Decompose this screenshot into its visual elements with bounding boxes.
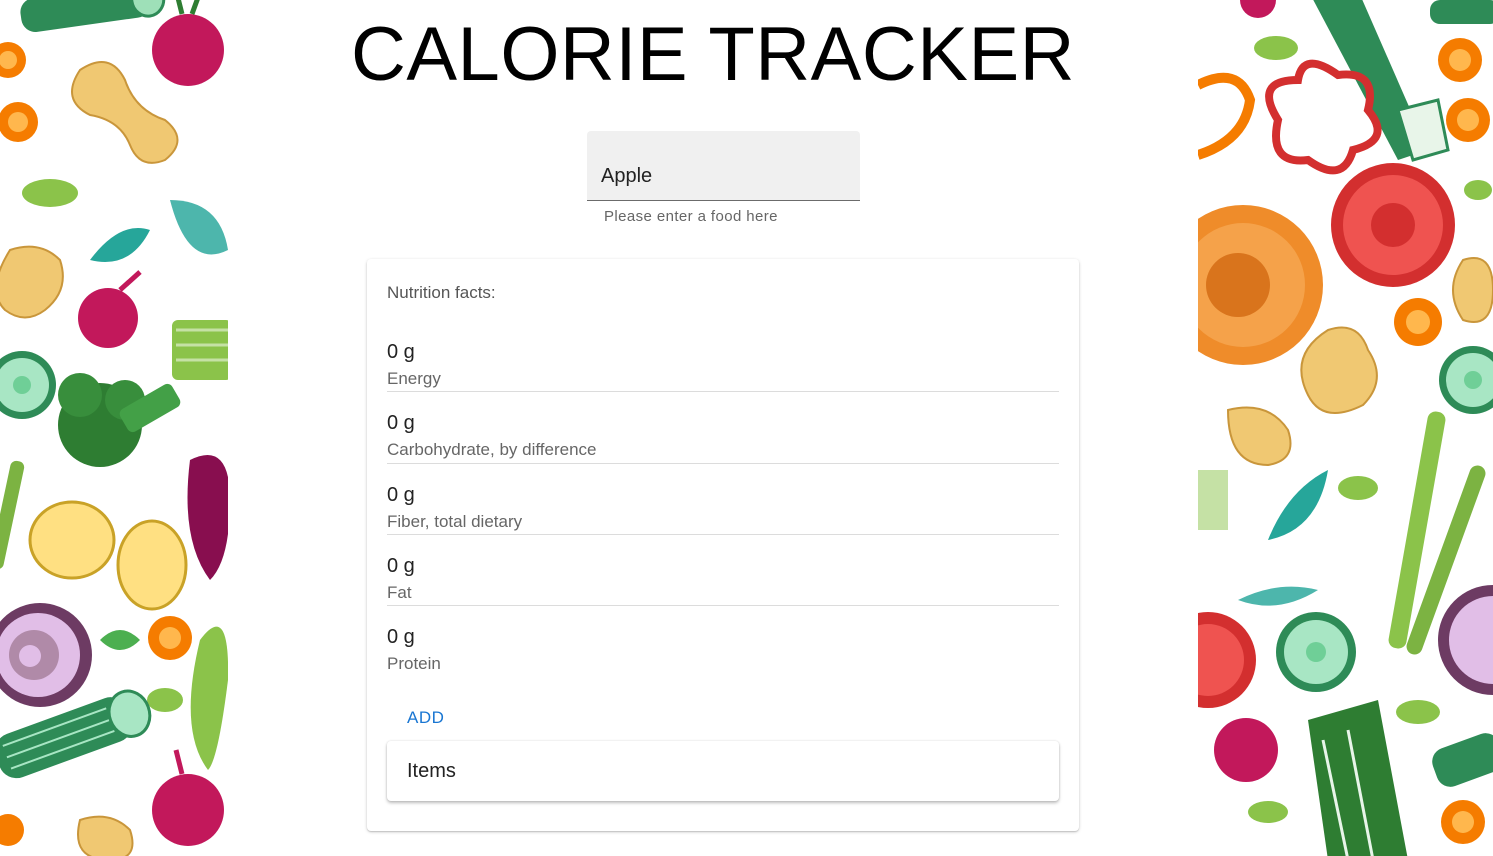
- cucumber-icon: [1432, 733, 1493, 787]
- right-vegetable-background: [1198, 0, 1493, 856]
- food-search-field[interactable]: [587, 131, 860, 201]
- bean-icon: [1338, 476, 1378, 500]
- page-title: CALORIE TRACKER: [350, 12, 1076, 97]
- nutrition-item-carbohydrate: 0 g Carbohydrate, by difference: [387, 392, 1059, 464]
- cucumber-slice-icon: [1439, 346, 1493, 414]
- ginger-icon: [1452, 257, 1493, 323]
- potato-icon: [28, 500, 116, 580]
- asparagus-icon: [0, 460, 25, 570]
- nutrition-name: Carbohydrate, by difference: [387, 440, 597, 460]
- celery-icon: [172, 320, 228, 380]
- leaf-icon: [90, 228, 150, 262]
- carrot-slice-icon: [148, 616, 192, 660]
- beet-icon: [152, 749, 224, 846]
- nutrition-name: Protein: [387, 654, 441, 674]
- nutrition-list: 0 g Energy 0 g Carbohydrate, by differen…: [387, 321, 1059, 677]
- arugula-icon: [1238, 586, 1318, 606]
- bean-icon: [1248, 801, 1288, 823]
- cucumber-icon: [20, 0, 166, 32]
- leaf-icon: [100, 630, 140, 650]
- carrot-slice-icon: [0, 42, 26, 78]
- items-panel-label: Items: [407, 760, 456, 782]
- carrot-slice-icon: [1441, 800, 1485, 844]
- nutrition-name: Fiber, total dietary: [387, 511, 523, 531]
- bean-icon: [1254, 36, 1298, 60]
- beet-icon: [152, 0, 224, 86]
- cucumber-slice-icon: [0, 351, 56, 419]
- add-button[interactable]: ADD: [397, 704, 454, 732]
- cucumber-icon: [1430, 0, 1493, 24]
- carrot-slice-icon: [0, 102, 38, 142]
- nutrition-value: 0 g: [387, 412, 415, 435]
- tomato-icon: [1331, 163, 1455, 287]
- leaf-icon: [170, 200, 228, 255]
- food-input[interactable]: [587, 161, 860, 191]
- beet-icon: [1240, 0, 1276, 18]
- bean-icon: [1396, 700, 1440, 724]
- broccoli-icon: [58, 373, 181, 467]
- nutrition-card: Nutrition facts: 0 g Energy 0 g Carbohyd…: [367, 259, 1079, 831]
- leek-icon: [1198, 470, 1228, 530]
- onion-icon: [0, 603, 92, 707]
- carrot-slice-icon: [0, 814, 24, 846]
- nutrition-item-fiber: 0 g Fiber, total dietary: [387, 464, 1059, 535]
- tomato-icon: [1198, 612, 1256, 708]
- carrot-slice-icon: [1446, 98, 1490, 142]
- nutrition-value: 0 g: [387, 554, 415, 577]
- nutrition-value: 0 g: [387, 626, 415, 649]
- bean-icon: [147, 688, 183, 712]
- onion-icon: [1438, 585, 1493, 695]
- leaf-icon: [190, 626, 228, 770]
- bean-icon: [22, 179, 78, 207]
- ginger-icon: [77, 815, 134, 856]
- nutrition-item-energy: 0 g Energy: [387, 321, 1059, 393]
- cucumber-slice-icon: [1276, 612, 1356, 692]
- potato-icon: [116, 519, 188, 611]
- nutrition-name: Energy: [387, 369, 441, 388]
- nutrition-value: 0 g: [387, 341, 415, 363]
- left-vegetable-background: [0, 0, 228, 856]
- ginger-icon: [0, 245, 64, 319]
- vegetable-pattern-right: [1198, 0, 1493, 856]
- asparagus-icon: [1388, 411, 1446, 649]
- ginger-icon: [71, 61, 179, 164]
- nutrition-value: 0 g: [387, 483, 415, 506]
- bean-icon: [1464, 180, 1492, 200]
- beet-icon: [1214, 718, 1278, 782]
- pepper-ring-icon: [1265, 59, 1382, 175]
- pepper-ring-icon: [1198, 72, 1256, 160]
- carrot-slice-icon: [1394, 298, 1442, 346]
- nutrition-item-fat: 0 g Fat: [387, 535, 1059, 607]
- beet-icon: [78, 270, 142, 348]
- leek-icon: [1308, 700, 1408, 856]
- vegetable-pattern-left: [0, 0, 228, 856]
- main-content: CALORIE TRACKER Please enter a food here…: [228, 0, 1198, 856]
- items-expansion-panel[interactable]: Items: [387, 741, 1059, 801]
- nutrition-item-protein: 0 g Protein: [387, 606, 1059, 677]
- beet-icon: [187, 455, 228, 580]
- nutrition-facts-label: Nutrition facts:: [387, 283, 496, 302]
- arugula-icon: [1268, 470, 1328, 540]
- nutrition-name: Fat: [387, 582, 412, 602]
- carrot-slice-icon: [1438, 38, 1482, 82]
- pumpkin-icon: [1198, 205, 1323, 365]
- food-input-helper-text: Please enter a food here: [604, 208, 778, 225]
